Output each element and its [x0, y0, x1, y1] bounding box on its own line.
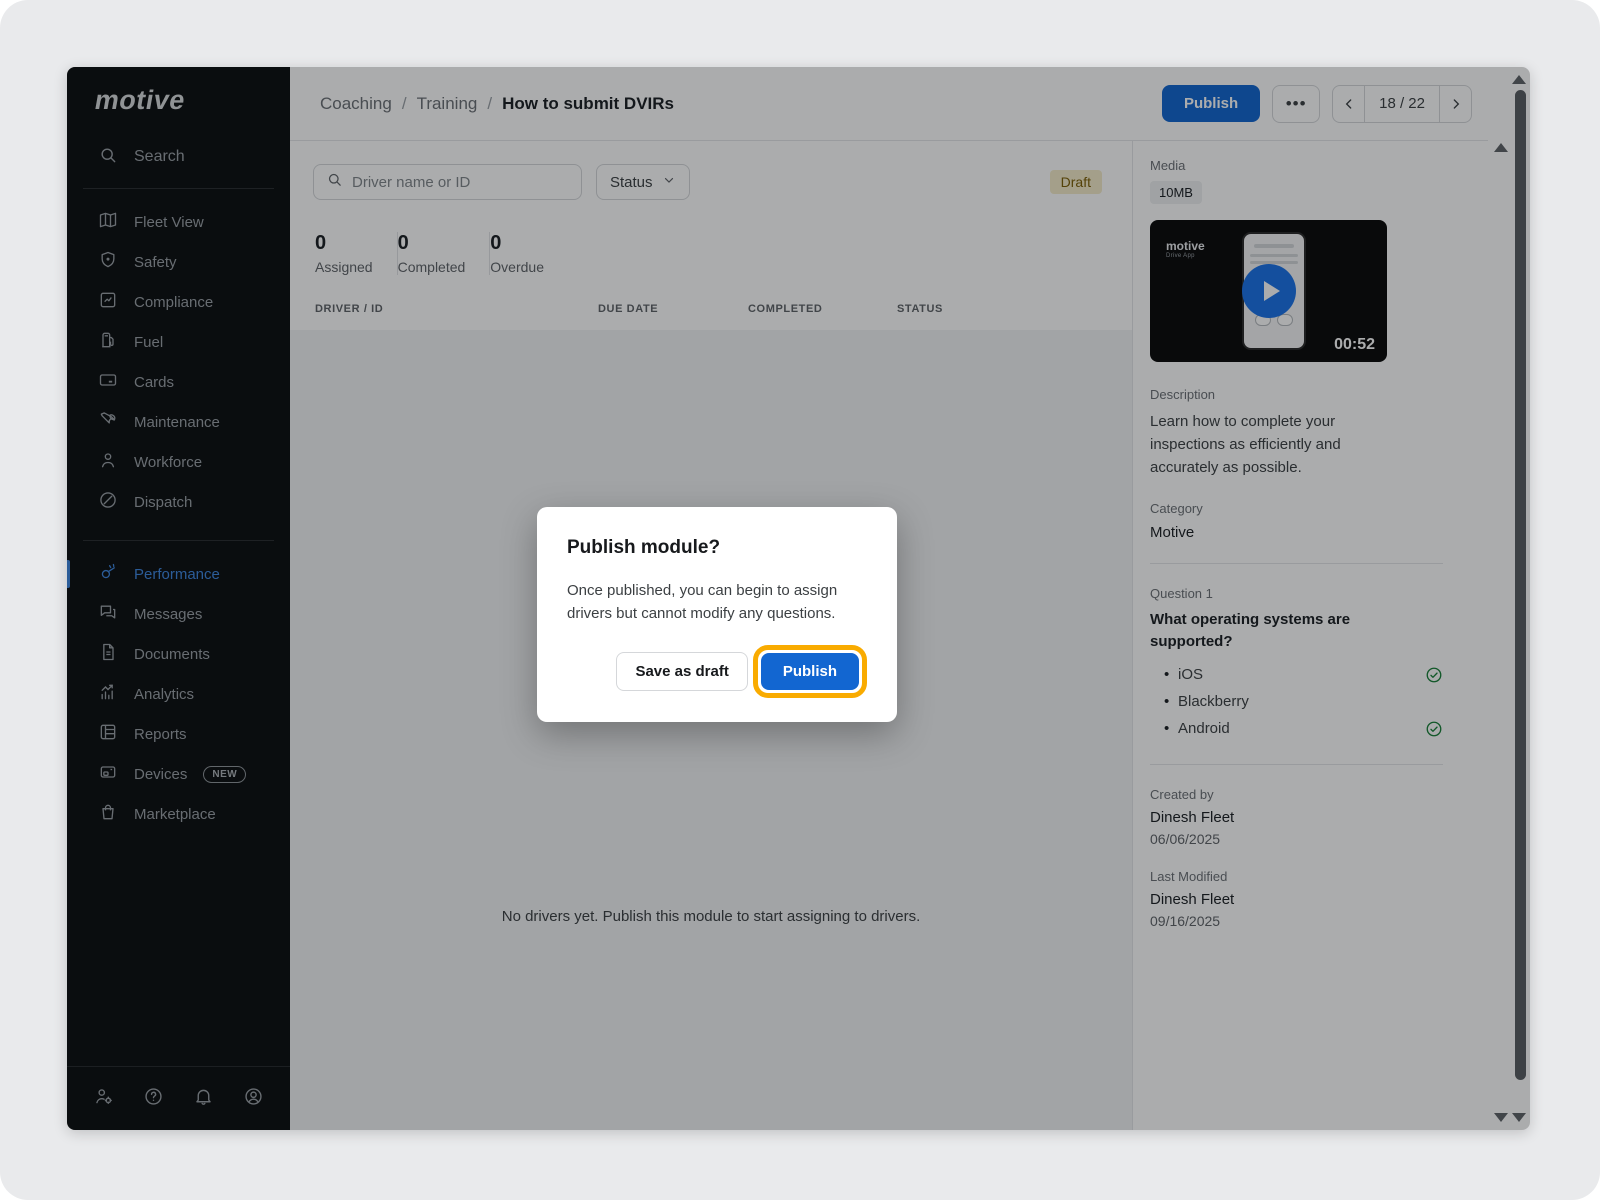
desktop-background: motive Search Fleet View Safety Complian… — [0, 0, 1600, 1200]
annotation-highlight-ring: Publish — [752, 645, 867, 698]
app-window: motive Search Fleet View Safety Complian… — [67, 67, 1530, 1130]
dialog-body-text: Once published, you can begin to assign … — [567, 582, 838, 622]
publish-module-dialog: Publish module? Once published, you can … — [537, 507, 897, 722]
save-as-draft-button[interactable]: Save as draft — [616, 652, 748, 691]
dialog-title: Publish module? — [567, 537, 721, 558]
confirm-publish-button[interactable]: Publish — [760, 653, 859, 690]
